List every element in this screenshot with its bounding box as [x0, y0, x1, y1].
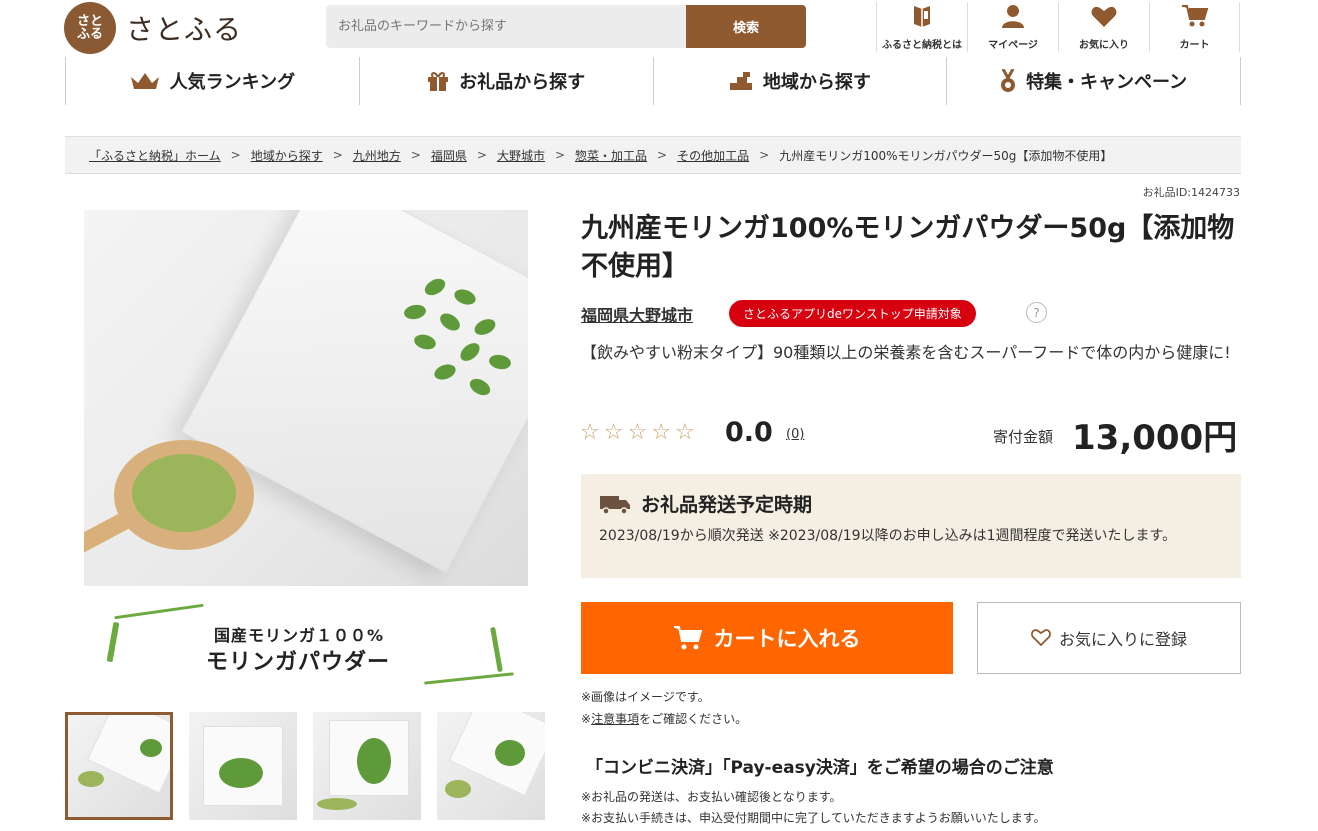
nav-region[interactable]: 地域から探す: [652, 57, 947, 105]
add-to-cart-button[interactable]: カートに入れる: [581, 602, 953, 674]
breadcrumb-link[interactable]: 九州地方: [353, 147, 401, 164]
help-icon[interactable]: ?: [1026, 302, 1047, 323]
thumbnail-item[interactable]: [437, 712, 545, 820]
heart-outline-icon: [1031, 629, 1051, 647]
header-link-favorites[interactable]: お気に入り: [1058, 2, 1149, 52]
main-nav: 人気ランキング お礼品から探す 地域から探す 特集・キャンペーン: [65, 57, 1241, 105]
add-to-favorites-label: お気に入りに登録: [1058, 630, 1187, 649]
star-empty-icon: ☆: [627, 420, 648, 445]
rating-stars: ☆ ☆ ☆ ☆ ☆: [580, 420, 699, 446]
nav-label: 特集・キャンペーン: [1026, 72, 1188, 93]
star-empty-icon: ☆: [603, 420, 624, 445]
medal-icon: [1000, 69, 1016, 93]
heart-icon: [1091, 6, 1117, 32]
cart-icon: [1181, 4, 1208, 32]
header-link-mypage[interactable]: マイページ: [967, 2, 1058, 52]
header-link-about[interactable]: ふるさと納税とは: [876, 2, 967, 52]
shipping-title: お礼品発送予定時期: [641, 494, 813, 516]
nav-label: 人気ランキング: [169, 72, 296, 93]
header-link-label: お気に入り: [1079, 40, 1129, 51]
thumbnail-item[interactable]: [189, 712, 297, 820]
cart-icon: [673, 625, 702, 651]
search-button[interactable]: 検索: [686, 5, 806, 48]
moringa-leaves-graphic: [384, 270, 524, 410]
header-icon-menu: ふるさと納税とは マイページ お気に入り カート: [876, 2, 1240, 52]
breadcrumb-link[interactable]: 大野城市: [497, 147, 545, 164]
search-input[interactable]: [326, 5, 686, 48]
header-link-cart[interactable]: カート: [1149, 2, 1240, 52]
breadcrumb: 「ふるさと納税」ホーム > 地域から探す > 九州地方 > 福岡県 > 大野城市 > 惣菜…: [65, 136, 1241, 174]
user-icon: [1002, 4, 1024, 32]
banner-line2: モリンガパウダー: [206, 650, 391, 675]
map-icon: [729, 71, 753, 91]
onestop-badge: さとふるアプリdeワンストップ申請対象: [729, 300, 976, 327]
thumbnail-list: [65, 712, 561, 820]
banner-line1: 国産モリンガ１００%: [214, 626, 385, 645]
star-empty-icon: ☆: [580, 420, 600, 445]
logo-mark: さとふる: [64, 2, 116, 54]
nav-label: 地域から探す: [762, 72, 871, 93]
city-link[interactable]: 福岡県大野城市: [581, 302, 693, 326]
item-id: お礼品ID:1424733: [1142, 186, 1240, 199]
nav-label: お礼品から探す: [459, 72, 586, 93]
add-to-favorites-button[interactable]: お気に入りに登録: [977, 602, 1241, 674]
product-title: 九州産モリンガ100%モリンガパウダー50g【添加物不使用】: [581, 213, 1235, 282]
logo-text: さとふる: [126, 13, 243, 46]
convenience-note: ※お礼品の発送は、お支払い確認後となります。: [581, 790, 842, 804]
thumbnail-item[interactable]: [313, 712, 421, 820]
shipping-text: 2023/08/19から順次発送 ※2023/08/19以降のお申し込みは1週間…: [599, 528, 1177, 544]
gift-icon: [427, 70, 449, 92]
moringa-powder-graphic: [132, 454, 236, 532]
breadcrumb-link[interactable]: 惣菜・加工品: [575, 147, 647, 164]
shipping-box: お礼品発送予定時期 2023/08/19から順次発送 ※2023/08/19以降…: [581, 474, 1241, 578]
breadcrumb-link[interactable]: その他加工品: [677, 147, 749, 164]
star-empty-icon: ☆: [651, 420, 671, 445]
product-description: 【飲みやすい粉末タイプ】90種類以上の栄養素を含むスーパーフードで体の内から健康…: [581, 343, 1231, 362]
convenience-payment-title: 「コンビニ決済」「Pay-easy決済」をご希望の場合のご注意: [586, 758, 1054, 778]
review-count-link[interactable]: (0): [786, 427, 804, 442]
header-link-label: カート: [1179, 40, 1210, 51]
image-note: ※画像はイメージです。: [581, 690, 710, 704]
header-link-label: マイページ: [988, 40, 1038, 51]
book-icon: [912, 4, 932, 32]
search-bar: 検索: [326, 5, 806, 48]
breadcrumb-current: 九州産モリンガ100%モリンガパウダー50g【添加物不使用】: [779, 148, 1113, 163]
nav-ranking[interactable]: 人気ランキング: [65, 57, 359, 105]
product-main-image[interactable]: [84, 210, 528, 586]
truck-icon: [599, 493, 631, 515]
caution-link[interactable]: 注意事項: [591, 712, 639, 726]
crown-icon: [130, 71, 160, 91]
add-to-cart-label: カートに入れる: [713, 627, 861, 651]
breadcrumb-link[interactable]: 地域から探す: [251, 147, 323, 164]
rating-value: 0.0: [725, 417, 773, 448]
header-link-label: ふるさと納税とは: [882, 40, 962, 51]
price-value: 13,000円: [1072, 418, 1238, 458]
convenience-note: ※お支払い手続きは、申込受付期間中に完了していただきますようお願いいたします。: [581, 811, 1046, 825]
product-banner: 国産モリンガ１００% モリンガパウダー: [84, 592, 528, 692]
nav-campaign[interactable]: 特集・キャンペーン: [946, 57, 1241, 105]
caution-note: ※注意事項をご確認ください。: [581, 712, 748, 726]
star-empty-icon: ☆: [674, 420, 695, 445]
nav-products[interactable]: お礼品から探す: [358, 57, 653, 105]
breadcrumb-link[interactable]: 福岡県: [431, 147, 467, 164]
breadcrumb-link[interactable]: 「ふるさと納税」ホーム: [89, 147, 221, 164]
site-logo[interactable]: さとふる さとふる: [64, 2, 242, 54]
price-label: 寄付金額: [993, 428, 1054, 446]
thumbnail-item[interactable]: [65, 712, 173, 820]
